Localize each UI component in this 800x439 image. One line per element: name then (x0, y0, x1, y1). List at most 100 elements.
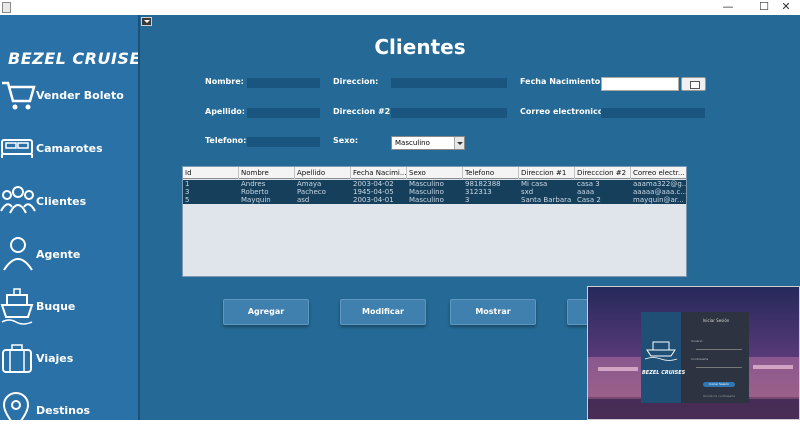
table-cell: 1945-04-05 (353, 188, 394, 196)
nombre-field[interactable] (247, 78, 320, 88)
user-icon (3, 237, 33, 271)
login-brand-panel: BEZEL CRUISES (641, 312, 686, 403)
correo-field[interactable] (601, 108, 705, 118)
column-header[interactable]: Direcccion #2 (575, 167, 631, 179)
table-cell: 312313 (465, 188, 492, 196)
mostrar-button[interactable]: Mostrar (450, 299, 536, 325)
login-button[interactable]: Iniciar Sesión (703, 382, 735, 387)
forgot-password-link[interactable]: Olvidé mi contraseña (691, 394, 747, 398)
sidebar-item-label: Clientes (36, 195, 87, 208)
sexo-label: Sexo: (333, 136, 359, 145)
java-app-icon (2, 2, 11, 13)
column-header[interactable]: Correo electr... (631, 167, 686, 179)
sidebar-item-label: Destinos (36, 404, 91, 417)
close-button[interactable]: ✕ (772, 0, 800, 15)
usuario-field[interactable] (696, 349, 742, 350)
table-cell: mayquin@ar... (633, 196, 684, 204)
table-cell: 1 (185, 180, 190, 188)
correo-label: Correo electronico: (520, 107, 607, 116)
table-cell: Masculino (409, 180, 444, 188)
direccion2-field[interactable] (391, 108, 507, 118)
login-window-thumbnail[interactable]: BEZEL CRUISES Iniciar Sesión Usuario Con… (587, 286, 800, 420)
sidebar-item-destinos[interactable]: Destinos (0, 391, 138, 439)
contrasena-field[interactable] (696, 367, 742, 368)
table-row[interactable]: 5 Mayquin asd 2003-04-01 Masculino 3 San… (183, 196, 686, 204)
table-cell: asd (297, 196, 310, 204)
table-header: Id Nombre Apellido Fecha Nacimi... Sexo … (183, 167, 686, 179)
contrasena-label: Contraseña (691, 357, 709, 361)
column-header[interactable]: Apellido (295, 167, 351, 179)
minimize-button[interactable]: — (714, 0, 742, 15)
table-cell: sxd (521, 188, 534, 196)
sidebar-item-buque[interactable]: Buque (0, 287, 138, 335)
clientes-table[interactable]: Id Nombre Apellido Fecha Nacimi... Sexo … (182, 166, 687, 277)
bed-icon (1, 139, 33, 158)
agregar-button[interactable]: Agregar (223, 299, 309, 325)
telefono-field[interactable] (247, 137, 320, 147)
login-card: BEZEL CRUISES Iniciar Sesión Usuario Con… (641, 312, 749, 403)
table-cell: 2003-04-02 (353, 180, 394, 188)
chevron-down-icon (454, 137, 464, 149)
ship-icon (0, 288, 34, 325)
login-brand-text: BEZEL CRUISES (642, 370, 686, 376)
calendar-picker-button[interactable] (681, 77, 706, 91)
table-cell: Mi casa (521, 180, 548, 188)
app-window: — ☐ ✕ BEZEL CRUISES Vender Boleto Camaro… (0, 0, 800, 429)
brand-logo-text: BEZEL CRUISES (8, 49, 153, 68)
table-cell: Masculino (409, 188, 444, 196)
table-cell: casa 3 (577, 180, 600, 188)
table-cell: 3 (185, 188, 190, 196)
column-header[interactable]: Nombre (239, 167, 295, 179)
sidebar-item-clientes[interactable]: Clientes (0, 181, 138, 229)
sidebar-item-label: Agente (36, 248, 81, 261)
table-cell: 3 (465, 196, 470, 204)
usuario-label: Usuario (691, 339, 703, 343)
nombre-label: Nombre: (205, 77, 244, 86)
direccion-field[interactable] (391, 78, 507, 88)
sidebar-item-label: Vender Boleto (36, 89, 124, 102)
sidebar-item-label: Buque (36, 300, 76, 313)
cart-icon (2, 81, 36, 110)
page-title: Clientes (374, 35, 466, 59)
table-cell: aaaa (577, 188, 595, 196)
telefono-label: Telefono: (205, 136, 247, 145)
sidebar-item-viajes[interactable]: Viajes (0, 340, 138, 388)
table-cell: Mayquin (241, 196, 271, 204)
table-cell: Roberto (241, 188, 269, 196)
table-cell: Masculino (409, 196, 444, 204)
apellido-label: Apellido: (205, 107, 245, 116)
table-cell: aaaaa@aaa.c... (633, 188, 687, 196)
apellido-field[interactable] (247, 108, 320, 118)
sexo-selected-value: Masculino (395, 139, 430, 147)
table-row[interactable]: 1 Andres Amaya 2003-04-02 Masculino 9818… (183, 180, 687, 188)
table-cell: Casa 2 (577, 196, 601, 204)
modificar-button[interactable]: Modificar (340, 299, 426, 325)
sidebar-item-vender-boleto[interactable]: Vender Boleto (0, 75, 138, 123)
users-icon (0, 186, 36, 214)
table-cell: 2003-04-01 (353, 196, 394, 204)
sexo-select[interactable]: Masculino (391, 136, 465, 150)
fecha-nacimiento-field[interactable] (601, 77, 679, 91)
sidebar-item-agente[interactable]: Agente (0, 234, 138, 282)
ship-logo-icon (644, 341, 678, 361)
table-cell: 98182388 (465, 180, 501, 188)
column-header[interactable]: Sexo (407, 167, 463, 179)
luggage-icon (2, 344, 32, 373)
column-header[interactable]: Telefono (463, 167, 519, 179)
sidebar-item-label: Camarotes (36, 142, 103, 155)
direccion2-label: Direccion #2: (333, 107, 394, 116)
table-cell: aaama322@g... (633, 180, 687, 188)
column-header[interactable]: Id (183, 167, 239, 179)
table-cell: Santa Barbara (521, 196, 572, 204)
fecha-nacimiento-label: Fecha Nacimiento: (520, 77, 604, 86)
column-header[interactable]: Direccion #1 (519, 167, 575, 179)
table-row[interactable]: 3 Roberto Pacheco 1945-04-05 Masculino 3… (183, 188, 687, 196)
sidebar-item-camarotes[interactable]: Camarotes (0, 128, 138, 176)
table-cell: 5 (185, 196, 190, 204)
title-bar: — ☐ ✕ (0, 0, 800, 15)
table-cell: Andres (241, 180, 266, 188)
column-header[interactable]: Fecha Nacimi... (351, 167, 407, 179)
login-title: Iniciar Sesión (702, 318, 730, 323)
collapse-toggle-button[interactable] (141, 17, 152, 26)
sidebar: BEZEL CRUISES Vender Boleto Camarotes Cl… (0, 15, 152, 429)
